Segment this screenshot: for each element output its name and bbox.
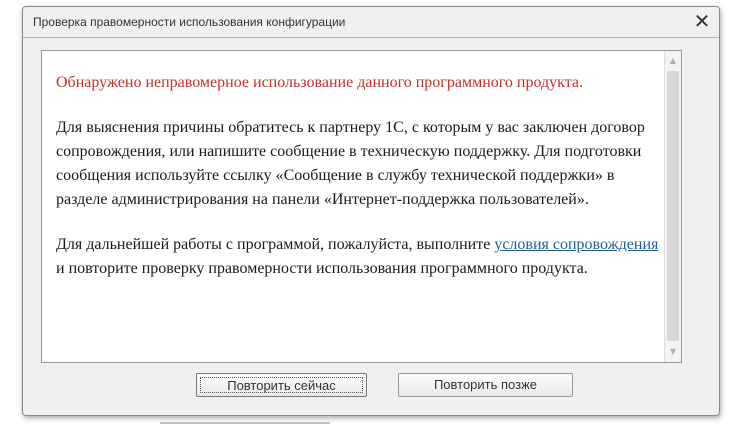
support-conditions-link[interactable]: условия сопровождения — [494, 236, 658, 253]
dialog-titlebar: Проверка правомерности использования кон… — [23, 7, 719, 38]
retry-now-button[interactable]: Повторить сейчас — [196, 373, 367, 397]
instructions-paragraph: Для выяснения причины обратитесь к партн… — [56, 119, 645, 208]
next-steps-text-end: и повторите проверку правомерности испол… — [56, 260, 588, 277]
message-frame: Обнаружено неправомерное использование д… — [41, 50, 682, 363]
scroll-thumb[interactable] — [667, 71, 679, 341]
retry-later-button[interactable]: Повторить позже — [398, 373, 573, 397]
config-check-dialog: Проверка правомерности использования кон… — [22, 6, 720, 416]
scroll-down-icon[interactable]: ▼ — [665, 344, 681, 360]
next-steps-text-start: Для дальнейшей работы с программой, пожа… — [56, 236, 491, 253]
retry-now-label: Повторить сейчас — [200, 377, 363, 393]
message-text-area: Обнаружено неправомерное использование д… — [56, 71, 664, 302]
scroll-up-icon[interactable]: ▲ — [665, 53, 681, 69]
dialog-title: Проверка правомерности использования кон… — [33, 15, 346, 29]
next-steps-paragraph: Для дальнейшей работы с программой, пожа… — [56, 233, 664, 281]
warning-message: Обнаружено неправомерное использование д… — [56, 74, 584, 91]
vertical-scrollbar[interactable]: ▲ ▼ — [664, 51, 681, 362]
cropped-background-fragment — [160, 419, 330, 426]
close-icon[interactable]: ✕ — [691, 10, 713, 32]
